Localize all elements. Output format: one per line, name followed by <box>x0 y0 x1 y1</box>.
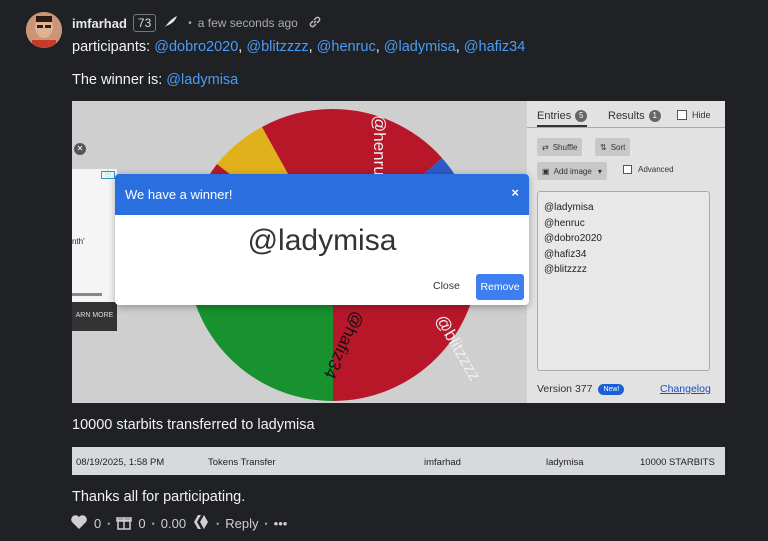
wheel-of-names-image: ✕ ⓘ nth' ARN MORE @henruc @blitzzzz @haf… <box>72 101 725 403</box>
separator-dot: • <box>188 17 192 29</box>
permalink-icon[interactable] <box>308 15 322 32</box>
panel-tabs: Entries 5 Results 1 Hide <box>527 108 725 128</box>
version-info: Version 377 New! <box>537 383 625 395</box>
sort-button[interactable]: ⇅ Sort <box>595 138 631 156</box>
mention-link[interactable]: @blitzzzz <box>246 39 308 55</box>
winner-mention-link[interactable]: @ladymisa <box>166 72 238 88</box>
participants-line: participants: @dobro2020, @blitzzzz, @he… <box>72 39 526 55</box>
advanced-label: Advanced <box>638 165 674 174</box>
post-header: imfarhad 73 • a few seconds ago <box>72 14 322 32</box>
likes-count: 0 <box>94 516 102 531</box>
checkbox-icon <box>677 110 687 120</box>
ad-learn-more-button[interactable]: ARN MORE <box>72 302 117 331</box>
new-badge: New! <box>598 383 625 395</box>
entries-panel: Entries 5 Results 1 Hide ⇄ Shuffle ⇅ Sor… <box>527 101 725 403</box>
more-options-icon[interactable]: ••• <box>274 516 288 531</box>
separator-dot: • <box>264 518 268 529</box>
dialog-title: We have a winner! <box>125 187 233 202</box>
payout-value[interactable]: 0.00 <box>161 516 186 531</box>
thanks-text: Thanks all for participating. <box>72 489 246 505</box>
entry-item: @hafiz34 <box>544 248 587 260</box>
reputation-badge: 73 <box>132 14 157 32</box>
advanced-checkbox[interactable]: Advanced <box>623 165 674 174</box>
separator-dot: • <box>151 518 155 529</box>
entries-count-badge: 5 <box>575 110 588 122</box>
add-image-button[interactable]: ▣ Add image ▾ <box>537 162 607 180</box>
hide-label: Hide <box>692 110 711 120</box>
winner-dialog: We have a winner! × @ladymisa Close Remo… <box>115 174 529 305</box>
transaction-row: 08/19/2025, 1:58 PM Tokens Transfer imfa… <box>72 447 725 475</box>
tx-from: imfarhad <box>424 457 461 468</box>
entry-item: @blitzzzz <box>544 264 587 275</box>
avatar[interactable] <box>26 12 62 48</box>
post-time[interactable]: a few seconds ago <box>198 16 298 30</box>
post-actions: 0 • 0 • 0.00 • Reply • ••• <box>70 514 287 533</box>
changelog-link[interactable]: Changelog <box>660 383 711 395</box>
winner-label: The winner is: <box>72 72 167 88</box>
gift-icon[interactable] <box>116 514 133 533</box>
winner-name: @ladymisa <box>247 224 397 257</box>
entry-item: @henruc <box>544 217 585 229</box>
tab-entries-label: Entries <box>537 110 572 122</box>
shuffle-button[interactable]: ⇄ Shuffle <box>537 138 583 156</box>
ad-close-icon[interactable]: ✕ <box>74 143 86 155</box>
hive-icon <box>192 514 210 533</box>
version-label: Version 377 <box>537 383 593 395</box>
tab-results-label: Results <box>608 110 645 122</box>
dialog-header: We have a winner! × <box>115 174 529 215</box>
transfer-text: 10000 starbits transferred to ladymisa <box>72 417 315 433</box>
mention-link[interactable]: @dobro2020 <box>154 39 238 55</box>
add-image-label: Add image <box>553 166 592 176</box>
close-button[interactable]: Close <box>433 280 460 292</box>
tabs-divider <box>527 127 725 128</box>
mention-link[interactable]: @hafiz34 <box>464 39 525 55</box>
shuffle-label: Shuffle <box>552 142 578 152</box>
ad-info-icon: ⓘ <box>101 171 115 179</box>
remove-button[interactable]: Remove <box>476 274 524 300</box>
tx-date: 08/19/2025, 1:58 PM <box>76 457 165 468</box>
hide-checkbox[interactable]: Hide <box>677 110 711 120</box>
checkbox-icon <box>623 165 632 174</box>
caret-down-icon: ▾ <box>597 166 602 176</box>
entry-item: @ladymisa <box>544 202 594 213</box>
separator-dot: • <box>216 518 220 529</box>
author-username[interactable]: imfarhad <box>72 16 127 31</box>
heart-icon[interactable] <box>70 514 88 533</box>
ad-text: nth' <box>72 237 85 246</box>
tx-type: Tokens Transfer <box>208 457 276 468</box>
entry-item: @dobro2020 <box>544 233 602 244</box>
close-icon[interactable]: × <box>511 185 519 200</box>
gifts-count: 0 <box>138 516 146 531</box>
reply-link[interactable]: Reply <box>225 516 258 531</box>
image-icon: ▣ <box>542 166 550 176</box>
tab-results[interactable]: Results 1 <box>608 110 661 122</box>
results-count-badge: 1 <box>648 110 661 122</box>
ad-progress <box>72 293 102 296</box>
tx-to: ladymisa <box>546 457 584 468</box>
separator-dot: • <box>107 518 111 529</box>
feather-icon <box>162 15 178 32</box>
winner-line: The winner is: @ladymisa <box>72 72 238 88</box>
sort-icon: ⇅ <box>600 142 607 152</box>
sort-label: Sort <box>610 142 626 152</box>
entries-textarea[interactable]: @ladymisa @henruc @dobro2020 @hafiz34 @b… <box>537 191 710 371</box>
participants-label: participants: <box>72 39 155 55</box>
shuffle-icon: ⇄ <box>542 142 549 152</box>
tab-entries[interactable]: Entries 5 <box>537 110 588 127</box>
ad-panel: ⓘ nth' ARN MORE <box>72 169 117 331</box>
tx-amount: 10000 STARBITS <box>640 457 715 468</box>
mention-link[interactable]: @henruc <box>317 39 376 55</box>
mention-link[interactable]: @ladymisa <box>384 39 456 55</box>
